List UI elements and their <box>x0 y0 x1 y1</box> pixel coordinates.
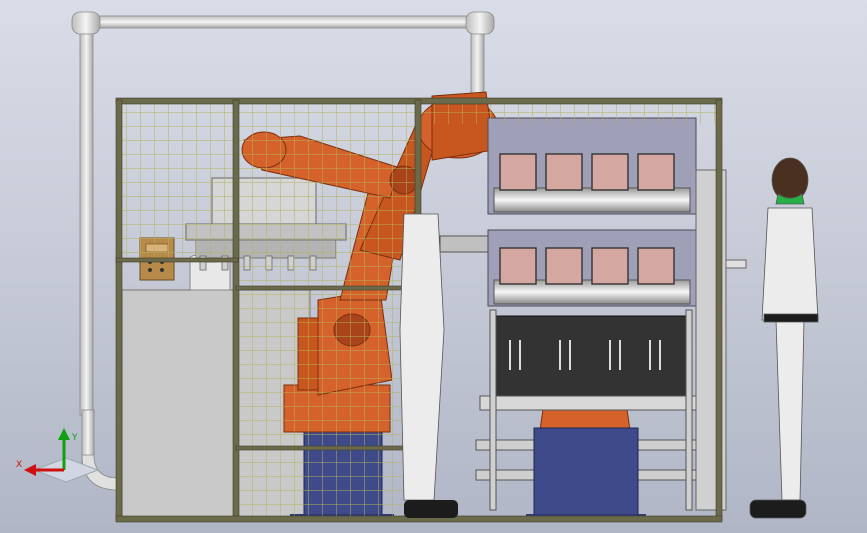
standing-person <box>749 157 819 519</box>
rack-pedestal <box>533 427 639 519</box>
tray-row-lower <box>493 247 691 305</box>
magazine-rack <box>475 117 747 522</box>
cell-drawing: X Y <box>16 11 819 523</box>
cad-viewport: X Y <box>0 0 867 533</box>
tray-row-upper <box>493 153 691 213</box>
y-axis-label: Y <box>71 433 78 443</box>
operator-inside <box>399 213 458 518</box>
x-axis-label: X <box>16 460 22 470</box>
